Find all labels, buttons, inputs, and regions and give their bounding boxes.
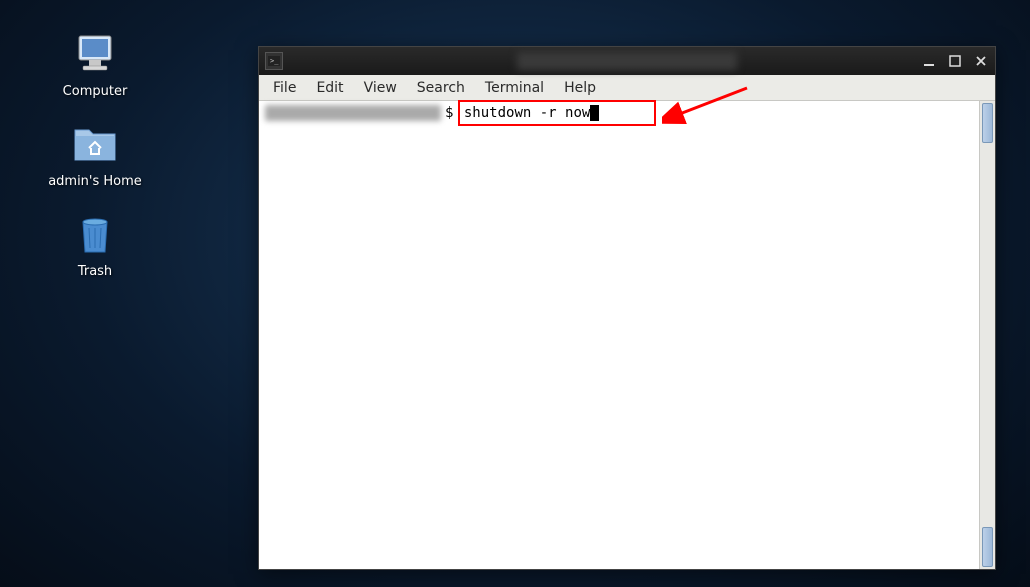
terminal-output[interactable]: $ shutdown -r now xyxy=(259,101,979,569)
terminal-window: >_ File Edit View Search Terminal Help xyxy=(258,46,996,570)
desktop-icon-computer[interactable]: Computer xyxy=(40,30,150,99)
desktop-icon-home[interactable]: admin's Home xyxy=(40,120,150,189)
scroll-thumb[interactable] xyxy=(982,527,993,567)
maximize-button[interactable] xyxy=(947,53,963,69)
terminal-app-icon: >_ xyxy=(265,52,283,70)
desktop-icon-trash[interactable]: Trash xyxy=(40,210,150,279)
menu-view[interactable]: View xyxy=(354,77,407,99)
menu-file[interactable]: File xyxy=(263,77,306,99)
menu-edit[interactable]: Edit xyxy=(306,77,353,99)
scroll-thumb[interactable] xyxy=(982,103,993,143)
desktop-icon-label: admin's Home xyxy=(48,174,142,189)
menu-help[interactable]: Help xyxy=(554,77,606,99)
close-button[interactable] xyxy=(973,53,989,69)
prompt-symbol: $ xyxy=(445,105,453,121)
menubar: File Edit View Search Terminal Help xyxy=(259,75,995,101)
command-text: shutdown -r now xyxy=(464,105,590,121)
vertical-scrollbar[interactable] xyxy=(979,101,995,569)
trash-icon xyxy=(71,210,119,258)
desktop-icon-label: Trash xyxy=(78,264,112,279)
home-folder-icon xyxy=(71,120,119,168)
window-titlebar[interactable]: >_ xyxy=(259,47,995,75)
window-title-redacted xyxy=(517,52,737,70)
minimize-button[interactable] xyxy=(921,53,937,69)
svg-text:>_: >_ xyxy=(270,57,279,65)
menu-search[interactable]: Search xyxy=(407,77,475,99)
text-cursor xyxy=(590,105,599,121)
desktop-icon-label: Computer xyxy=(63,84,128,99)
computer-icon xyxy=(71,30,119,78)
menu-terminal[interactable]: Terminal xyxy=(475,77,554,99)
prompt-host-redacted xyxy=(265,105,441,121)
